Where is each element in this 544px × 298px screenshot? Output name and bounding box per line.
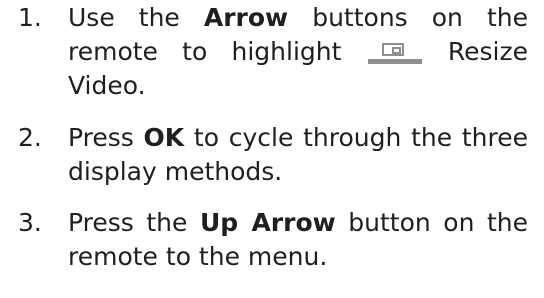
step-text: Use the Arrow buttons on the remote to h… <box>68 1 528 103</box>
step-text-pre: Press the <box>68 208 200 237</box>
step-text-pre: Use the <box>68 3 204 32</box>
resize-video-icon <box>367 42 422 64</box>
step-text: Press the Up Arrow button on the remote … <box>68 206 528 274</box>
step-text-pre: Press <box>68 123 144 152</box>
step-keyword: Up Arrow <box>199 208 336 237</box>
step-number: 3. <box>18 208 42 237</box>
step-number: 1. <box>18 3 42 32</box>
step-text: Press OK to cycle through the three disp… <box>68 121 528 189</box>
step-keyword: OK <box>143 123 185 152</box>
step-number: 2. <box>18 123 42 152</box>
step-keyword: Arrow <box>203 3 289 32</box>
